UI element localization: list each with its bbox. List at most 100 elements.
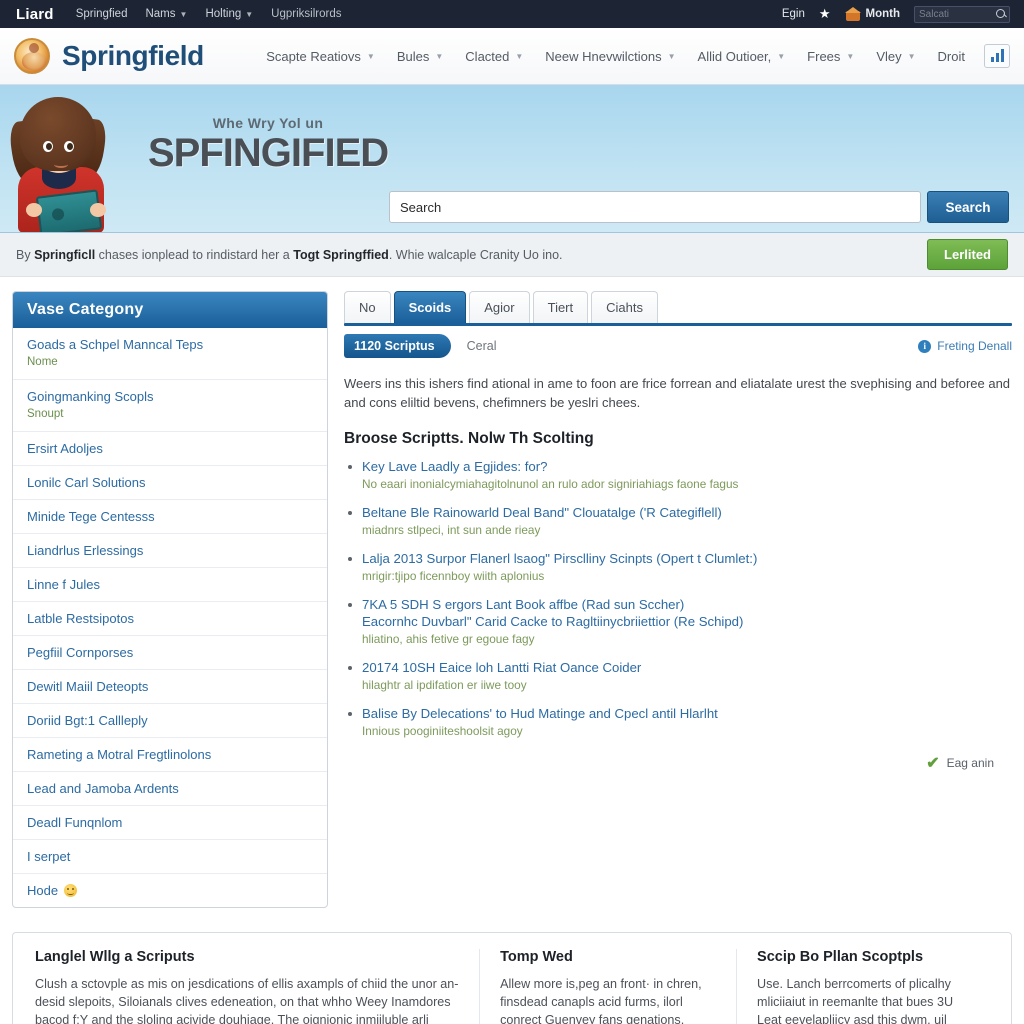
topbar-link-label: Springfied [75,8,128,20]
masthead: Springfield Scapte Reatiovs ▼ Bules ▼ Cl… [0,28,1024,85]
chevron-down-icon: ▼ [179,9,188,19]
list-item[interactable]: Beltane Ble Rainowarld Deal Band" Clouat… [344,504,1012,538]
sidebar-item-4[interactable]: Minide Tege Centesss [13,500,327,534]
list-item-title[interactable]: Key Lave Laadly a Egjides: for? [362,458,1012,475]
topbar-link-springfied[interactable]: Springfied [76,8,128,20]
list-item-title[interactable]: Balise By Delecations' to Hud Matinge an… [362,705,1012,722]
sidebar-item-14[interactable]: I serpet [13,840,327,874]
sidebar-item-2[interactable]: Ersirt Adoljes [13,432,327,466]
list-item-subtitle: hliatino, ahis fetive gr egoue fagy [362,632,535,646]
list-item-title[interactable]: Lalja 2013 Surpor Flanerl lsaog" Pirscll… [362,550,1012,567]
sidebar-item-5[interactable]: Liandrlus Erlessings [13,534,327,568]
notice-bold-2: Togt Springffied [293,247,389,262]
chevron-down-icon: ▼ [366,51,375,61]
again-action[interactable]: ✔ Eag anin [344,753,1012,773]
list-item[interactable]: Key Lave Laadly a Egjides: for? No eaari… [344,458,1012,492]
topbar-link-holting[interactable]: Holting ▼ [205,8,253,20]
top-brand-label[interactable]: Liard [10,6,54,23]
footer-column-0: Langlel Wllg a Scriputs Clush a sctovple… [31,949,479,1024]
chevron-down-icon: ▼ [846,51,855,61]
chevron-down-icon: ▼ [777,51,786,61]
sidebar-item-sub: Snoupt [27,408,64,420]
sidebar-item-7[interactable]: Latble Restsipotos [13,602,327,636]
notice-action-button[interactable]: Lerlited [927,239,1008,270]
sidebar-item-3[interactable]: Lonilc Carl Solutions [13,466,327,500]
footer-column-body: Clush a sctovple as mis on jesdications … [35,977,459,1024]
nav-item-bules[interactable]: Bules ▼ [386,43,454,70]
chevron-down-icon: ▼ [907,51,916,61]
list-item-title[interactable]: 7KA 5 SDH S ergors Lant Book affbe (Rad … [362,596,1012,613]
tab-strip: No Scoids Agior Tiert Ciahts [344,291,1012,323]
tab-tiert[interactable]: Tiert [532,291,589,323]
sidebar-item-12[interactable]: Lead and Jamoba Ardents [13,772,327,806]
notice-text: By Springficll chases ionplead to rindis… [16,248,563,262]
tab-ciahts[interactable]: Ciahts [591,291,658,323]
topbar-link-label: Ugpriksilrords [271,8,342,20]
list-item[interactable]: 7KA 5 SDH S ergors Lant Book affbe (Rad … [344,596,1012,647]
tab-agior[interactable]: Agior [469,291,530,323]
nav-item-vley[interactable]: Vley ▼ [865,43,926,70]
sidebar-item-13[interactable]: Deadl Funqnlom [13,806,327,840]
notice-bold-1: Springficll [34,247,96,262]
search-icon[interactable] [996,8,1005,21]
sidebar-item-15[interactable]: Hode [13,874,327,907]
chevron-down-icon: ▼ [245,9,254,19]
sidebar-item-label: Ersirt Adoljes [27,441,103,456]
hero-headline: Spfingified [148,131,389,175]
site-brand-name[interactable]: Springfield [62,40,204,72]
sidebar-item-10[interactable]: Doriid Bgt:1 Callleply [13,704,327,738]
tab-underline [344,323,1012,326]
info-link[interactable]: i Freting Denall [918,339,1012,353]
house-icon [844,7,861,21]
topbar-link-nams[interactable]: Nams ▼ [145,8,187,20]
list-item-title[interactable]: Beltane Ble Rainowarld Deal Band" Clouat… [362,504,1012,521]
check-icon: ✔ [926,755,940,772]
search-input[interactable]: Search [389,191,921,223]
star-icon[interactable]: ★ [819,6,831,22]
list-item-title-secondary[interactable]: Eacornhc Duvbarl" Carid Cacke to Ragltii… [362,613,1012,630]
list-item-title[interactable]: 20174 10SH Eaice loh Lantti Riat Oance C… [362,659,1012,676]
list-item[interactable]: Lalja 2013 Surpor Flanerl lsaog" Pirscll… [344,550,1012,584]
sidebar-item-8[interactable]: Pegfiil Cornporses [13,636,327,670]
sidebar-item-6[interactable]: Linne f Jules [13,568,327,602]
top-search-input[interactable]: Salcati [914,5,1010,23]
notice-prefix: By [16,247,35,262]
nav-item-clacted[interactable]: Clacted ▼ [454,43,534,70]
sidebar-item-label: Linne f Jules [27,577,100,592]
list-item[interactable]: 20174 10SH Eaice loh Lantti Riat Oance C… [344,659,1012,693]
sidebar-item-11[interactable]: Rameting a Motral Fregtlinolons [13,738,327,772]
sidebar-item-label: Latble Restsipotos [27,611,134,626]
sidebar-item-label: I serpet [27,849,71,864]
sidebar-item-0[interactable]: Goads a Schpel Manncal Teps Nome [13,328,327,380]
sidebar-item-sub: Nome [27,356,58,368]
subbar-label[interactable]: Ceral [467,339,497,353]
list-item-subtitle: Innious pooginiiteshoolsit agoy [362,724,523,738]
nav-item-label: Neew Hnevwilctions [545,48,662,64]
nav-item-droit[interactable]: Droit [927,43,976,70]
list-item[interactable]: Balise By Delecations' to Hud Matinge an… [344,705,1012,739]
bar-chart-icon[interactable] [984,44,1010,68]
signin-link[interactable]: Egin [782,8,805,20]
nav-item-allid-outioer[interactable]: Allid Outioer, ▼ [687,43,797,70]
sidebar-item-label: Lonilc Carl Solutions [27,475,146,490]
search-button[interactable]: Search [927,191,1009,223]
site-logo-icon[interactable] [14,38,50,74]
footer-column-title: Sccip Bo Pllan Scoptpls [757,949,924,965]
nav-item-scapte-reatiovs[interactable]: Scapte Reatiovs ▼ [255,43,386,70]
sidebar-item-label: Dewitl Maiil Deteopts [27,679,149,694]
hero-banner: Whe Wry Yol un Spfingified Search Search… [0,85,1024,233]
sidebar-item-9[interactable]: Dewitl Maiil Deteopts [13,670,327,704]
sidebar-item-1[interactable]: Goingmanking Scopls Snoupt [13,380,327,432]
sidebar-item-label: Doriid Bgt:1 Callleply [27,713,148,728]
tab-scoids[interactable]: Scoids [393,291,467,323]
month-indicator[interactable]: Month [844,7,900,21]
sidebar-item-label: Hode [27,883,313,898]
tab-no[interactable]: No [344,291,391,323]
notice-suffix: . Whie walcaple Cranity Uo ino. [388,247,563,262]
hero-subtitle: Whe Wry Yol un [212,115,324,131]
nav-item-frees[interactable]: Frees ▼ [796,43,865,70]
nav-item-neew-hnevwilctions[interactable]: Neew Hnevwilctions ▼ [534,43,686,70]
sidebar-item-label: Liandrlus Erlessings [27,543,144,558]
topbar-link-upgrade[interactable]: Ugpriksilrords [271,8,341,20]
scripts-count-badge[interactable]: 1120 Scriptus [344,334,451,358]
